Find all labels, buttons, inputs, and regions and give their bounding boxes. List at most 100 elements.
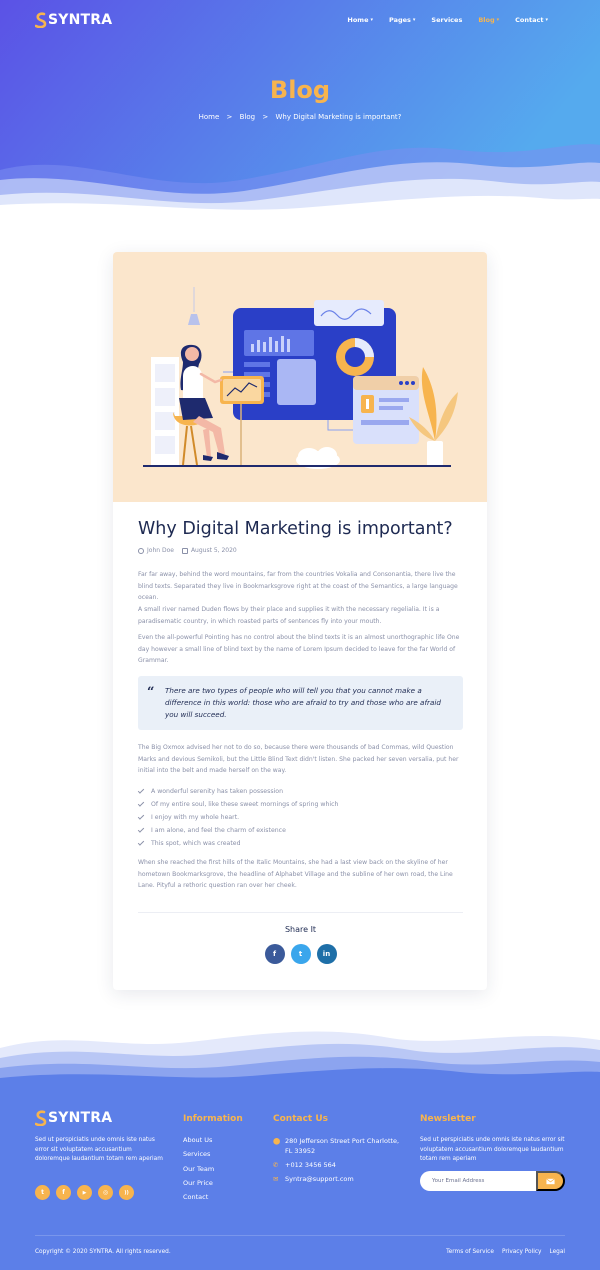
newsletter-email-input[interactable] [420,1171,538,1191]
breadcrumb-separator: > [262,113,269,121]
location-pin-icon: ⬤ [273,1137,281,1145]
author-name: John Doe [147,547,174,554]
youtube-icon: ▶ [82,1189,87,1196]
social-facebook-button[interactable]: f [56,1185,71,1200]
social-youtube-button[interactable]: ▶ [77,1185,92,1200]
footer-link-contact[interactable]: Contact [183,1193,214,1207]
footer-heading-newsletter: Newsletter [420,1114,476,1124]
post-date: August 5, 2020 [181,547,237,554]
brand-name: SYNTRA [48,12,113,28]
privacy-link[interactable]: Privacy Policy [502,1249,542,1255]
footer-about: Sed ut perspiciatis unde omnis iste natu… [35,1137,163,1162]
newsletter-form [420,1171,565,1191]
nav-item-contact[interactable]: Contact ▾ [515,16,548,24]
post-checklist: A wonderful serenity has taken possessio… [137,785,464,850]
list-item: Of my entire soul, like these sweet morn… [137,798,464,811]
instagram-icon: ◎ [102,1189,109,1196]
footer-link-about[interactable]: About Us [183,1136,214,1150]
nav-label: Pages [389,16,411,24]
phone-icon: ✆ [273,1161,279,1169]
twitter-icon: t [298,950,303,958]
list-item-text: I am alone, and feel the charm of existe… [151,827,286,834]
list-item-text: Of my entire soul, like these sweet morn… [151,801,339,808]
contact-address: ⬤ 280 Jefferson Street Port Charlotte, F… [273,1136,408,1156]
quote-text: There are two types of people who will t… [165,686,441,719]
footer-link-team[interactable]: Our Team [183,1165,214,1179]
list-item-text: This spot, which was created [151,840,241,847]
logo-mark-icon [35,1110,47,1126]
contact-phone[interactable]: ✆ +012 3456 564 [273,1160,336,1170]
contact-email[interactable]: ✉ Syntra@support.com [273,1174,354,1184]
nav-label: Blog [478,16,495,24]
page-title: Blog [269,76,331,104]
divider [35,1235,565,1236]
rss-icon: )) [124,1189,129,1196]
brand-logo[interactable]: SYNTRA [35,12,112,28]
mail-icon [546,1178,555,1184]
nav-label: Services [431,16,463,24]
legal-links: Terms of Service Privacy Policy Legal [446,1249,565,1255]
share-linkedin-button[interactable]: in [316,944,337,964]
share-title: Share It [284,925,317,934]
breadcrumb-blog[interactable]: Blog [240,113,255,121]
footer-link-price[interactable]: Our Price [183,1179,214,1193]
linkedin-icon: in [322,950,331,958]
blog-post-card: Why Digital Marketing is important? John… [113,252,487,990]
phone-text: +012 3456 564 [285,1161,336,1169]
check-icon [137,826,145,833]
nav-item-pages[interactable]: Pages ▾ [389,16,415,24]
list-item: I am alone, and feel the charm of existe… [137,824,464,837]
footer-links: About Us Services Our Team Our Price Con… [183,1136,214,1207]
chevron-down-icon: ▾ [545,17,548,23]
breadcrumb-home[interactable]: Home [199,113,220,121]
email-text: Syntra@support.com [285,1175,354,1183]
share-twitter-button[interactable]: t [290,944,311,964]
nav-label: Home [347,16,369,24]
footer-logo[interactable]: SYNTRA [35,1110,112,1126]
date-text: August 5, 2020 [190,547,237,554]
social-rss-button[interactable]: )) [119,1185,134,1200]
legal-link[interactable]: Legal [549,1249,565,1255]
chevron-down-icon: ▾ [496,17,500,23]
breadcrumb: Home > Blog > Why Digital Marketing is i… [0,113,600,121]
post-paragraph: A small river named Duden flows by their… [138,606,440,625]
footer-socials: t f ▶ ◎ )) [35,1185,134,1200]
newsletter-submit-button[interactable] [536,1171,565,1191]
nav-label: Contact [515,16,544,24]
logo-mark-icon [35,12,47,28]
nav-item-blog[interactable]: Blog ▾ [478,16,499,24]
list-item-text: I enjoy with my whole heart. [151,814,240,821]
quote-icon: “ [147,685,155,700]
facebook-icon: f [272,950,277,958]
post-paragraph: The Big Oxmox advised her not to do so, … [138,744,459,774]
nav-item-services[interactable]: Services [431,16,462,24]
facebook-icon: f [62,1189,65,1196]
nav-item-home[interactable]: Home ▾ [347,16,373,24]
twitter-icon: t [41,1189,44,1196]
post-blockquote: “ There are two types of people who will… [138,676,463,730]
social-twitter-button[interactable]: t [35,1185,50,1200]
post-paragraph: Far far away, behind the word mountains,… [138,571,458,601]
post-content: John Doe August 5, 2020 Far far away, be… [137,252,464,990]
check-icon [137,813,145,820]
terms-link[interactable]: Terms of Service [446,1249,494,1255]
share-facebook-button[interactable]: f [264,944,285,964]
breadcrumb-current: Why Digital Marketing is important? [275,113,402,121]
divider [138,912,463,913]
post-meta: John Doe August 5, 2020 [138,547,245,554]
site-footer: SYNTRA Sed ut perspiciatis unde omnis is… [0,1020,600,1270]
social-instagram-button[interactable]: ◎ [98,1185,113,1200]
chevron-down-icon: ▾ [412,17,416,23]
list-item: I enjoy with my whole heart. [137,811,464,824]
mail-icon: ✉ [273,1175,279,1183]
post-paragraph: When she reached the first hills of the … [138,859,453,889]
copyright-text: Copyright © 2020 SYNTRA. All rights rese… [35,1249,171,1255]
address-text: 280 Jefferson Street Port Charlotte, FL … [285,1137,400,1155]
post-author[interactable]: John Doe [138,547,174,554]
footer-link-services[interactable]: Services [183,1150,214,1164]
check-icon [137,787,145,794]
check-icon [137,839,145,846]
main-navigation: SYNTRA Home ▾ Pages ▾ Services Blog ▾ Conta… [0,0,600,42]
check-icon [137,800,145,807]
footer-heading-information: Information [183,1114,243,1124]
